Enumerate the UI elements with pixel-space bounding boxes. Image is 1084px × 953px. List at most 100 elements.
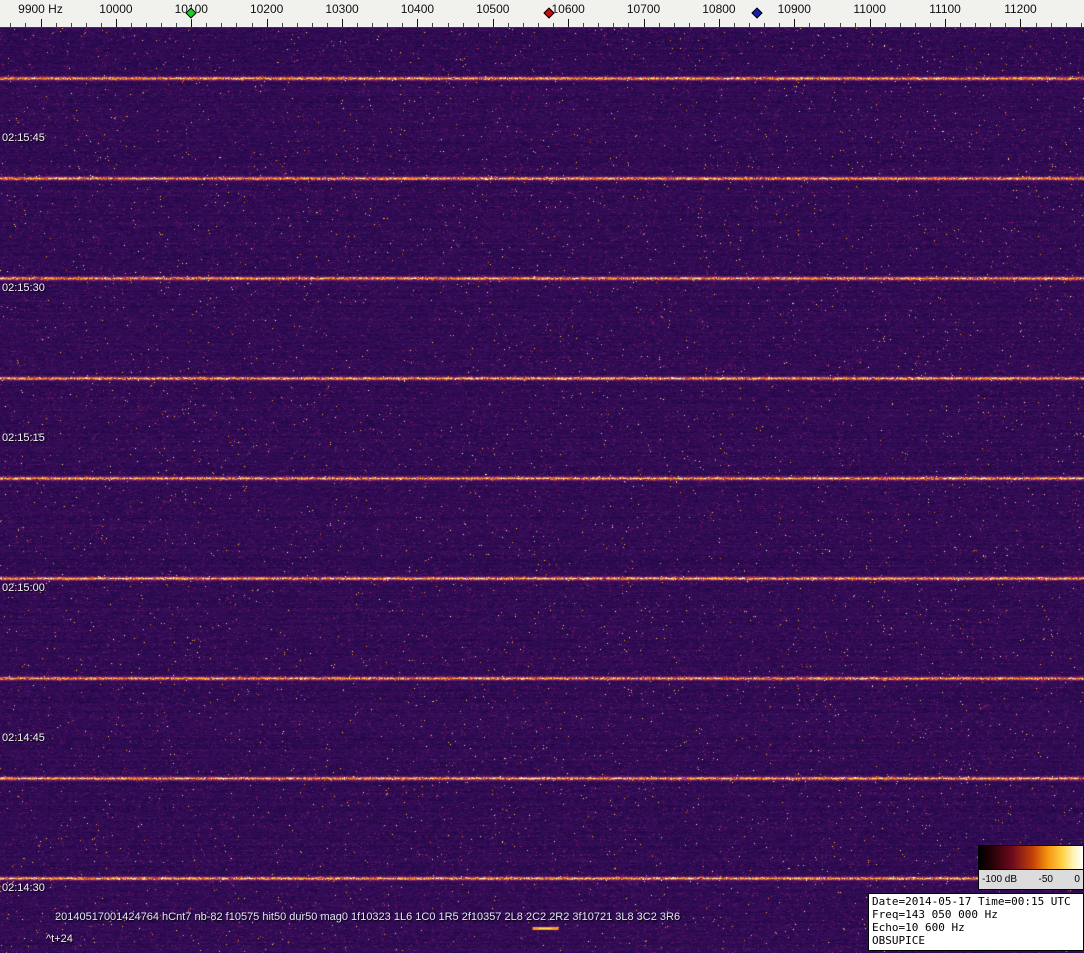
freq-tick-label: 10900 xyxy=(778,2,811,16)
ruler-tick xyxy=(463,23,464,27)
freq-tick-label: 10400 xyxy=(401,2,434,16)
ruler-tick xyxy=(161,23,162,27)
ruler-tick xyxy=(297,23,298,27)
ruler-tick xyxy=(749,23,750,27)
colorbar-label-min: -100 dB xyxy=(982,874,1017,885)
info-box: Date=2014-05-17 Time=00:15 UTC Freq=143 … xyxy=(868,893,1084,951)
ruler-tick xyxy=(960,23,961,27)
ruler-tick xyxy=(101,23,102,27)
ruler-tick xyxy=(915,23,916,27)
ruler-tick xyxy=(824,23,825,27)
ruler-tick xyxy=(312,23,313,27)
ruler-tick xyxy=(25,23,26,27)
ruler-tick xyxy=(719,19,720,27)
ruler-tick xyxy=(1051,23,1052,27)
ruler-tick xyxy=(930,23,931,27)
ruler-tick xyxy=(990,23,991,27)
ruler-tick xyxy=(583,23,584,27)
ruler-tick xyxy=(252,23,253,27)
ruler-tick xyxy=(885,23,886,27)
ruler-tick xyxy=(191,19,192,27)
ruler-tick xyxy=(327,23,328,27)
ruler-tick xyxy=(644,19,645,27)
ruler-tick xyxy=(282,23,283,27)
ruler-tick xyxy=(674,23,675,27)
ruler-tick xyxy=(840,23,841,27)
ruler-tick xyxy=(236,23,237,27)
ruler-tick xyxy=(870,19,871,27)
blue-diamond-marker-icon[interactable] xyxy=(751,7,762,18)
ruler-tick xyxy=(267,19,268,27)
ruler-tick xyxy=(764,23,765,27)
ruler-tick xyxy=(523,23,524,27)
waterfall-canvas[interactable] xyxy=(0,28,1084,953)
info-line-station: OBSUPICE xyxy=(872,934,1080,947)
freq-tick-label: 11100 xyxy=(929,2,961,16)
freq-tick-label: 9900 Hz xyxy=(18,2,63,16)
freq-tick-label: 10700 xyxy=(627,2,660,16)
ruler-tick xyxy=(71,23,72,27)
ruler-tick xyxy=(387,23,388,27)
freq-tick-label: 10600 xyxy=(551,2,584,16)
ruler-tick xyxy=(779,23,780,27)
ruler-tick xyxy=(659,23,660,27)
ruler-tick xyxy=(900,23,901,27)
ruler-tick xyxy=(1020,19,1021,27)
colorbar-label-mid: -50 xyxy=(1039,874,1053,885)
ruler-tick xyxy=(221,23,222,27)
info-line-freq: Freq=143 050 000 Hz xyxy=(872,908,1080,921)
colorbar-label-max: 0 xyxy=(1074,874,1080,885)
ruler-tick xyxy=(478,23,479,27)
ruler-tick xyxy=(56,23,57,27)
ruler-tick xyxy=(86,23,87,27)
ruler-tick xyxy=(598,23,599,27)
ruler-tick xyxy=(372,23,373,27)
ruler-tick xyxy=(538,23,539,27)
ruler-tick xyxy=(493,19,494,27)
ruler-tick xyxy=(613,23,614,27)
info-line-echo: Echo=10 600 Hz xyxy=(872,921,1080,934)
ruler-tick xyxy=(1005,23,1006,27)
colorbar-gradient xyxy=(979,846,1083,870)
ruler-tick xyxy=(945,19,946,27)
ruler-tick xyxy=(855,23,856,27)
freq-tick-label: 10200 xyxy=(250,2,283,16)
freq-tick-label: 10500 xyxy=(476,2,509,16)
freq-tick-label: 10300 xyxy=(325,2,358,16)
ruler-tick xyxy=(417,19,418,27)
ruler-tick xyxy=(342,19,343,27)
ruler-tick xyxy=(734,23,735,27)
ruler-tick xyxy=(146,23,147,27)
ruler-tick xyxy=(41,19,42,27)
freq-tick-label: 11200 xyxy=(1004,2,1036,16)
ruler-tick xyxy=(131,23,132,27)
ruler-tick xyxy=(402,23,403,27)
ruler-tick xyxy=(176,23,177,27)
ruler-tick xyxy=(628,23,629,27)
spectrogram-window: 9900 Hz100001010010200103001040010500106… xyxy=(0,0,1084,953)
freq-tick-label: 10000 xyxy=(99,2,132,16)
ruler-tick xyxy=(1081,23,1082,27)
ruler-tick xyxy=(704,23,705,27)
colorbar-labels: -100 dB -50 0 xyxy=(979,870,1083,888)
ruler-tick xyxy=(794,19,795,27)
ruler-tick xyxy=(432,23,433,27)
ruler-tick xyxy=(206,23,207,27)
ruler-tick xyxy=(568,19,569,27)
ruler-tick xyxy=(10,23,11,27)
freq-tick-label: 11000 xyxy=(853,2,885,16)
ruler-tick xyxy=(689,23,690,27)
freq-tick-label: 10800 xyxy=(702,2,735,16)
ruler-tick xyxy=(1036,23,1037,27)
ruler-tick xyxy=(809,23,810,27)
ruler-tick xyxy=(357,23,358,27)
ruler-tick xyxy=(116,19,117,27)
info-line-date: Date=2014-05-17 Time=00:15 UTC xyxy=(872,895,1080,908)
ruler-tick xyxy=(1066,23,1067,27)
ruler-tick xyxy=(975,23,976,27)
frequency-ruler: 9900 Hz100001010010200103001040010500106… xyxy=(0,0,1084,28)
ruler-tick xyxy=(448,23,449,27)
ruler-tick xyxy=(553,23,554,27)
ruler-tick xyxy=(508,23,509,27)
db-colorbar: -100 dB -50 0 xyxy=(978,845,1084,890)
